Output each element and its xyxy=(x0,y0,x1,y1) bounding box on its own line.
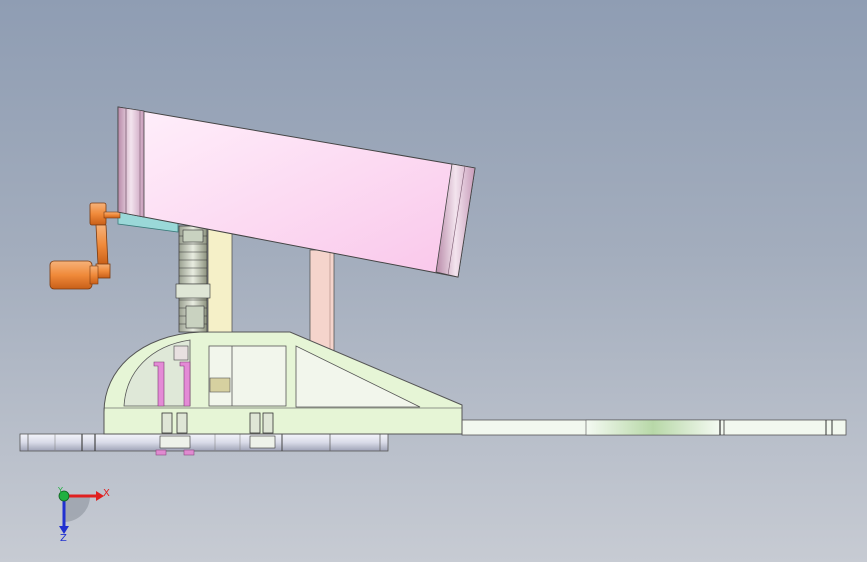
model-canvas[interactable] xyxy=(0,0,867,562)
x-axis-label: X xyxy=(103,488,110,499)
coordinate-triad xyxy=(58,490,104,534)
gear-stack[interactable] xyxy=(175,225,211,333)
slide-rail[interactable] xyxy=(461,419,847,436)
z-axis-label: Z xyxy=(60,533,67,544)
tilted-barrel[interactable] xyxy=(117,106,476,278)
hand-crank[interactable] xyxy=(49,202,121,290)
base-disc[interactable] xyxy=(19,433,389,452)
cad-viewport[interactable]: X Y Z xyxy=(0,0,867,562)
y-axis-label: Y xyxy=(58,486,63,495)
